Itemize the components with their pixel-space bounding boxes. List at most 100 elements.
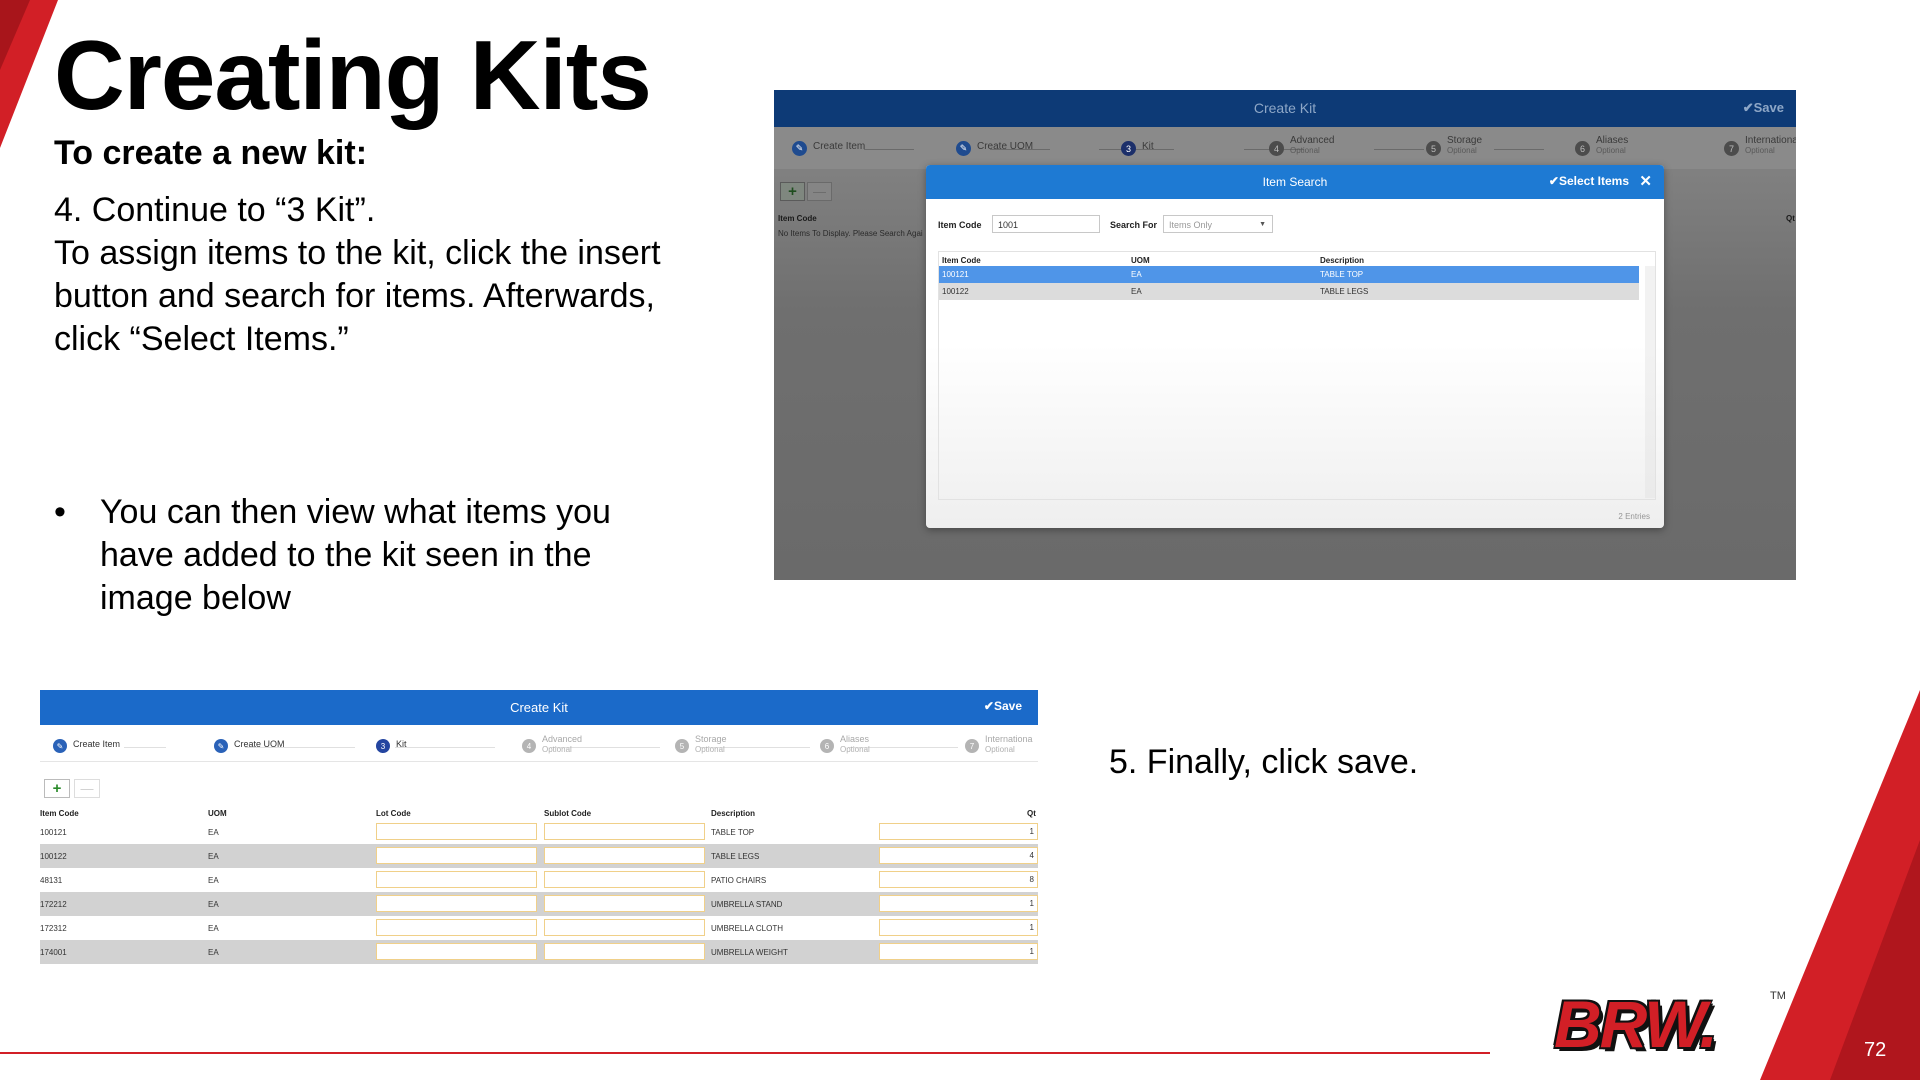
slide-subtitle: To create a new kit:	[54, 134, 368, 172]
step-optional: Optional	[695, 745, 725, 754]
step-create-item[interactable]: ✎ Create Item	[53, 739, 120, 753]
quantity-input[interactable]: 1	[879, 943, 1038, 960]
step-advanced[interactable]: 4 Advanced Optional	[522, 734, 582, 754]
edit-icon: ✎	[53, 739, 67, 753]
step-label: Create Item	[813, 141, 866, 152]
page-number: 72	[1864, 1039, 1887, 1061]
step-label: Aliases	[840, 734, 870, 744]
table-row[interactable]: 172212 EA UMBRELLA STAND 1	[40, 892, 1038, 916]
cell-uom: EA	[208, 876, 219, 885]
edit-icon: ✎	[792, 141, 807, 156]
step-number: 3	[376, 739, 390, 753]
quantity-input[interactable]: 8	[879, 871, 1038, 888]
column-header-qty: Qt	[1786, 214, 1795, 223]
bottom-rule	[0, 1052, 1490, 1054]
search-for-select[interactable]: Items Only ▼	[1163, 215, 1273, 233]
logo-text: BRW.	[1554, 987, 1718, 1061]
sublot-code-input[interactable]	[544, 871, 705, 888]
step-aliases[interactable]: 6 Aliases Optional	[820, 734, 870, 754]
step-create-uom[interactable]: ✎ Create UOM	[214, 739, 285, 753]
lot-code-input[interactable]	[376, 895, 537, 912]
step-number: 6	[820, 739, 834, 753]
table-row[interactable]: 100121 EA TABLE TOP	[939, 266, 1639, 283]
cell-description: TABLE TOP	[711, 828, 755, 837]
cell-description: PATIO CHAIRS	[711, 876, 767, 885]
cell-item-code: 48131	[40, 876, 63, 885]
search-for-value: Items Only	[1169, 220, 1213, 230]
step-optional: Optional	[1596, 146, 1626, 155]
sublot-code-input[interactable]	[544, 919, 705, 936]
cell-item-code: 100122	[40, 852, 67, 861]
sublot-code-input[interactable]	[544, 823, 705, 840]
select-items-button[interactable]: ✔Select Items	[1549, 174, 1629, 188]
step-international[interactable]: 7 Internationa Optional	[965, 734, 1033, 754]
insert-button[interactable]: +	[44, 779, 70, 798]
quantity-input[interactable]: 1	[879, 895, 1038, 912]
corner-stripe-bottom-right	[1760, 690, 1920, 1080]
table-row[interactable]: 174001 EA UMBRELLA WEIGHT 1	[40, 940, 1038, 964]
column-header-qty: Qt	[1027, 809, 1036, 818]
scrollbar[interactable]	[1645, 266, 1655, 498]
step-label: Create Item	[73, 739, 121, 749]
step-optional: Optional	[985, 745, 1015, 754]
column-header-item-code: Item Code	[778, 214, 817, 223]
step-label: Internationa	[985, 734, 1033, 744]
create-kit-header: Create Kit ✔Save	[774, 90, 1796, 127]
bullet-text: You can then view what items you have ad…	[100, 493, 611, 617]
table-row[interactable]: 100121 EA TABLE TOP 1	[40, 820, 1038, 844]
lot-code-input[interactable]	[376, 847, 537, 864]
brw-logo: BRW. TM	[1552, 987, 1786, 1061]
step-storage[interactable]: 5 Storage Optional	[675, 734, 727, 754]
column-header: UOM	[1131, 256, 1150, 265]
table-row[interactable]: 172312 EA UMBRELLA CLOTH 1	[40, 916, 1038, 940]
column-header: Description	[1320, 256, 1365, 265]
quantity-input[interactable]: 4	[879, 847, 1038, 864]
remove-button[interactable]: —	[807, 182, 832, 201]
sublot-code-input[interactable]	[544, 847, 705, 864]
save-button[interactable]: ✔Save	[984, 699, 1022, 713]
step-create-item[interactable]: ✎ Create Item	[792, 141, 865, 156]
search-for-label: Search For	[1110, 220, 1158, 230]
slide-title: Creating Kits	[54, 20, 652, 130]
wizard-steps: ✎ Create Item ✎ Create UOM 3 Kit 4 Advan…	[40, 725, 1038, 762]
step-international[interactable]: 7 Internationa Optional	[1724, 135, 1796, 156]
step-label: Create UOM	[234, 739, 285, 749]
step-aliases[interactable]: 6 Aliases Optional	[1575, 135, 1628, 156]
save-button[interactable]: ✔Save	[1743, 100, 1784, 116]
sublot-code-input[interactable]	[544, 943, 705, 960]
lot-code-input[interactable]	[376, 823, 537, 840]
quantity-input[interactable]: 1	[879, 823, 1038, 840]
close-icon[interactable]: ✕	[1639, 172, 1652, 190]
step-advanced[interactable]: 4 Advanced Optional	[1269, 135, 1334, 156]
item-code-input[interactable]: 1001	[992, 215, 1100, 233]
cell-item-code: 100121	[942, 270, 969, 279]
lot-code-input[interactable]	[376, 871, 537, 888]
sublot-code-input[interactable]	[544, 895, 705, 912]
item-search-modal: Item Search ✔Select Items ✕ Item Code 10…	[926, 165, 1664, 528]
step-number: 6	[1575, 141, 1590, 156]
step-label: Internationa	[1745, 135, 1796, 146]
lot-code-input[interactable]	[376, 919, 537, 936]
insert-button[interactable]: +	[780, 182, 805, 201]
table-row[interactable]: 100122 EA TABLE LEGS	[939, 283, 1639, 300]
step-storage[interactable]: 5 Storage Optional	[1426, 135, 1482, 156]
step-create-uom[interactable]: ✎ Create UOM	[956, 141, 1033, 156]
search-results-grid: Item Code UOM Description 100121 EA TABL…	[938, 251, 1656, 500]
cell-uom: EA	[1131, 287, 1142, 296]
remove-button[interactable]: —	[74, 779, 100, 798]
step-label: Storage	[1447, 135, 1483, 146]
step-optional: Optional	[840, 745, 870, 754]
table-row[interactable]: 100122 EA TABLE LEGS 4	[40, 844, 1038, 868]
empty-message: No Items To Display. Please Search Agai	[778, 229, 923, 238]
quantity-input[interactable]: 1	[879, 919, 1038, 936]
cell-uom: EA	[208, 924, 219, 933]
column-header-sublot-code: Sublot Code	[544, 809, 592, 818]
lot-code-input[interactable]	[376, 943, 537, 960]
chevron-down-icon: ▼	[1259, 221, 1266, 228]
column-header-item-code: Item Code	[40, 809, 79, 818]
step-kit[interactable]: 3 Kit	[1121, 141, 1154, 156]
step-label: Kit	[1142, 141, 1154, 152]
table-row[interactable]: 48131 EA PATIO CHAIRS 8	[40, 868, 1038, 892]
screenshot-item-search: Create Kit ✔Save ✎ Create Item ✎ Create …	[774, 90, 1796, 580]
step-kit[interactable]: 3 Kit	[376, 739, 407, 753]
